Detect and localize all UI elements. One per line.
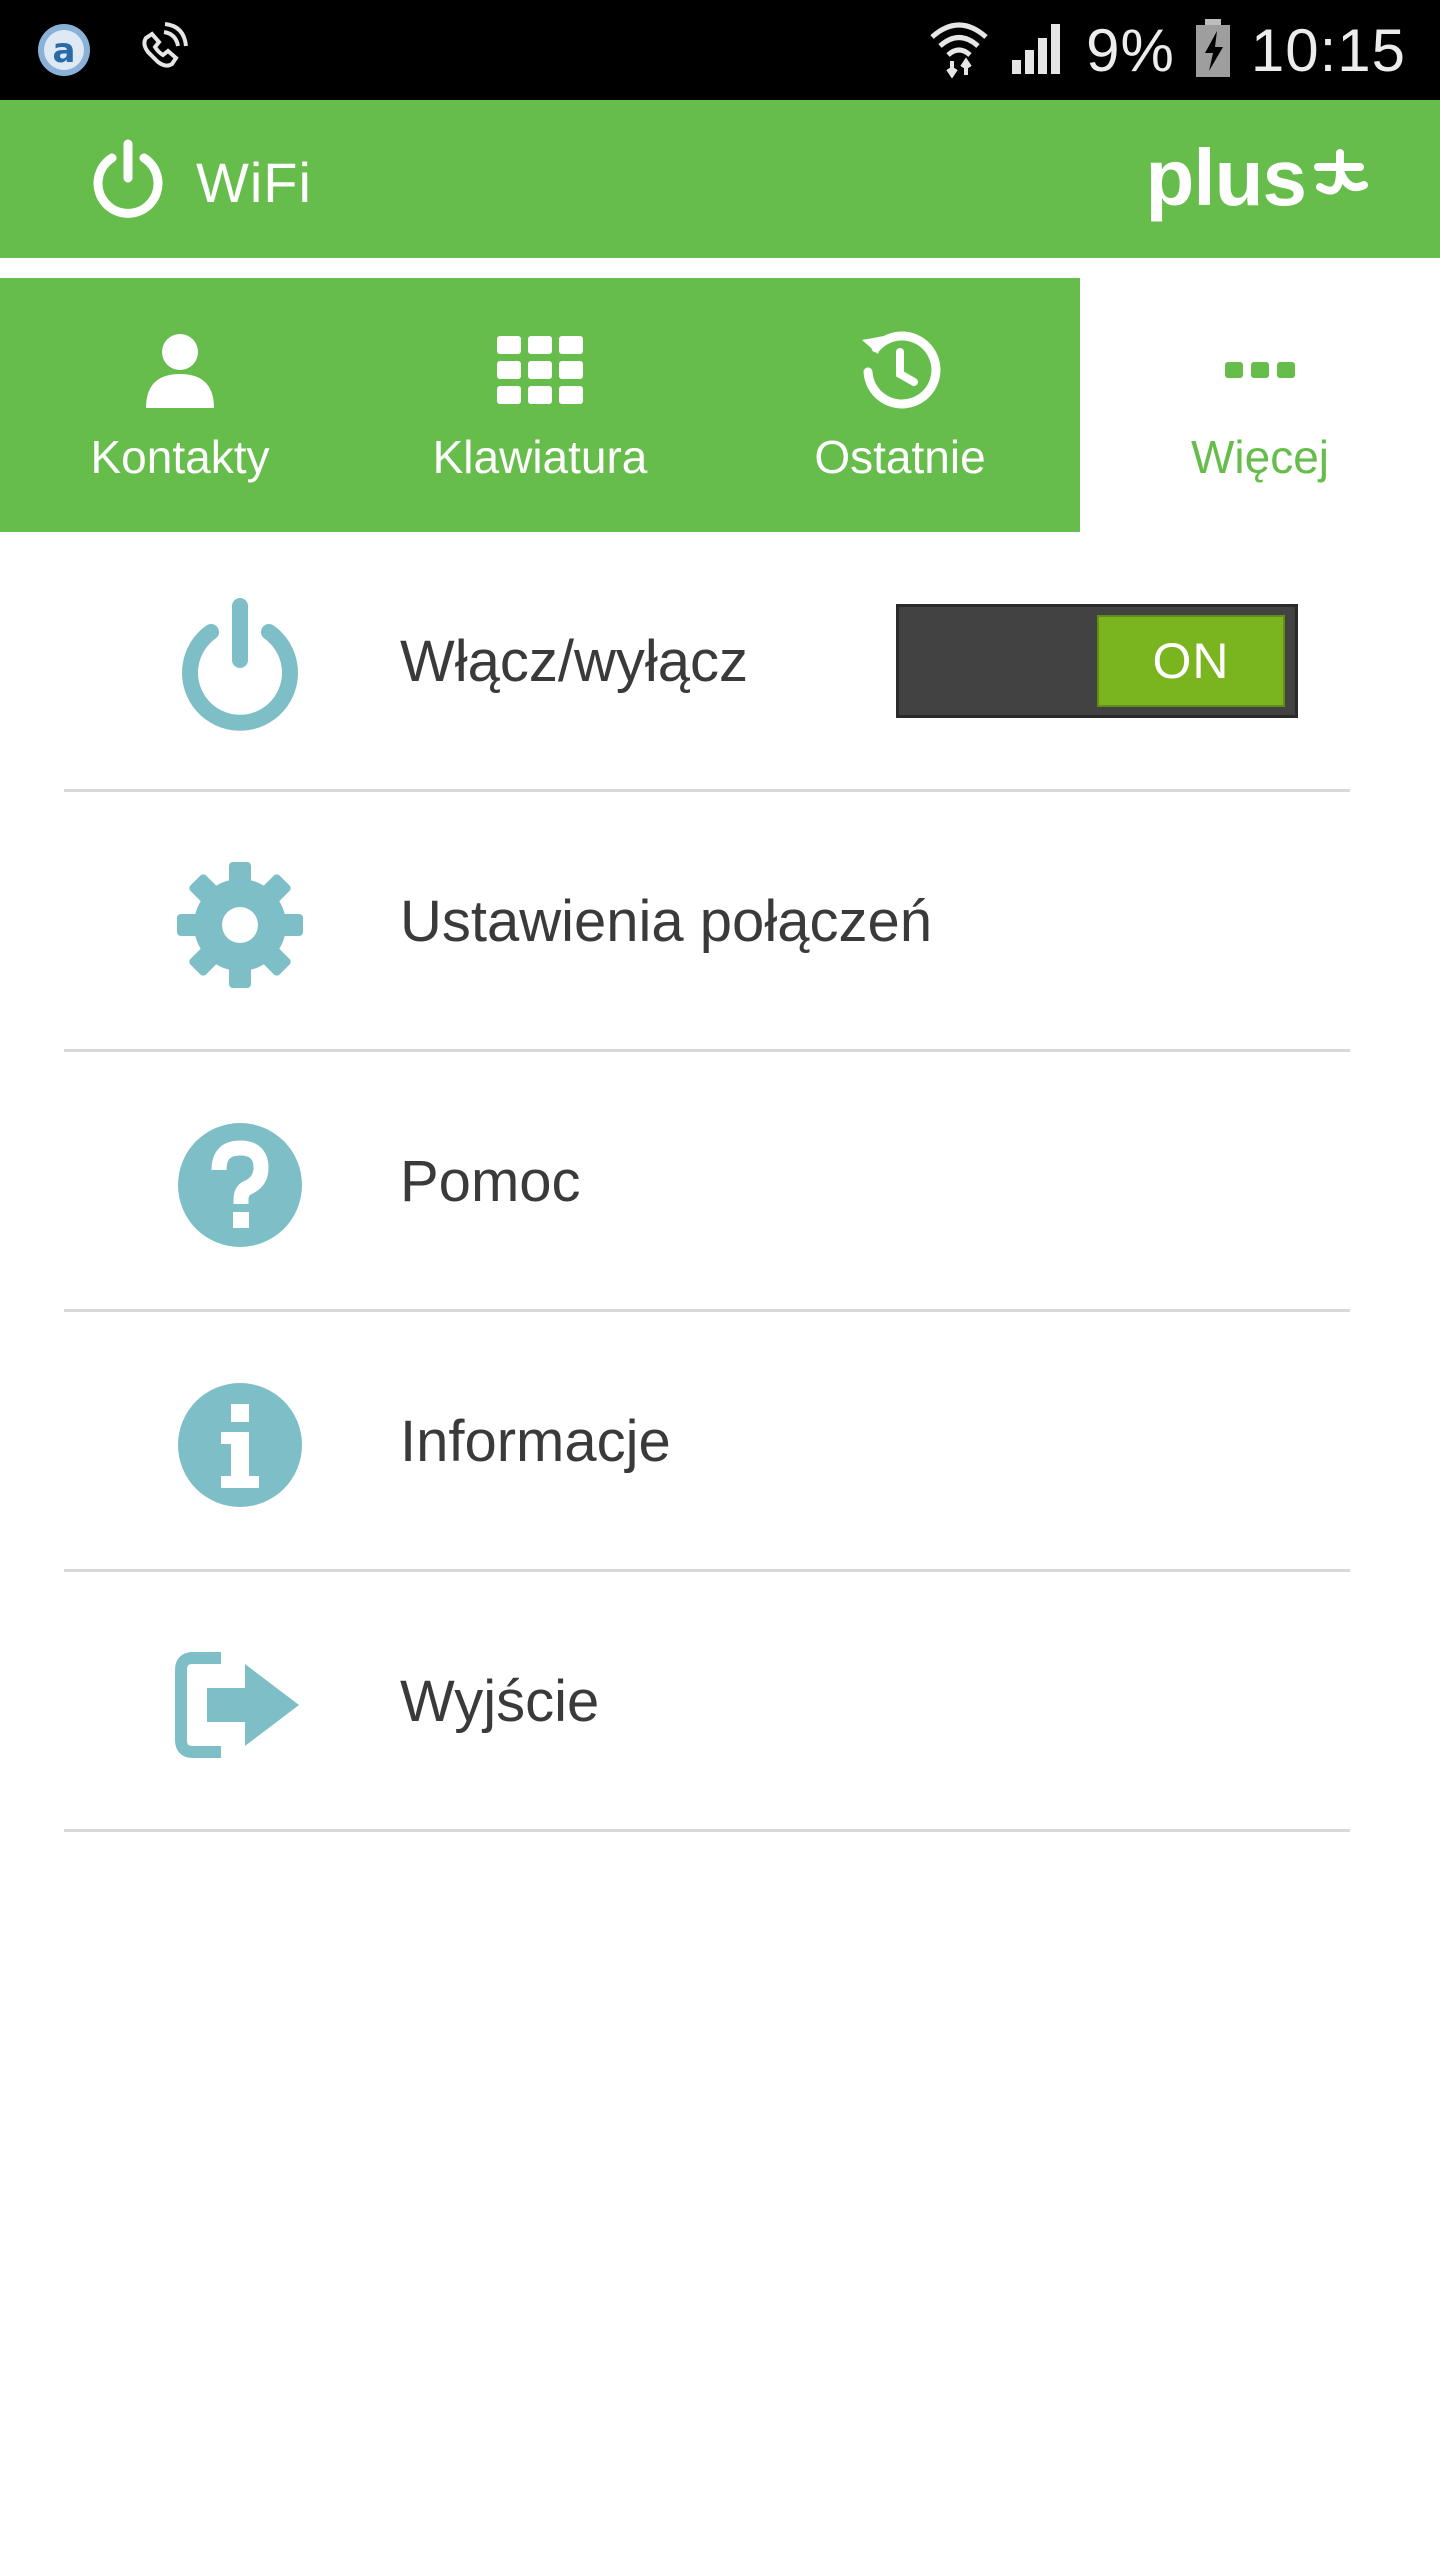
wifi-calling-icon xyxy=(132,18,192,83)
menu-label: Włącz/wyłącz xyxy=(400,629,749,694)
wifi-signal-icon xyxy=(928,17,990,84)
battery-charging-icon xyxy=(1193,17,1233,84)
cell-signal-icon xyxy=(1008,20,1068,81)
brand-text: plus xyxy=(1145,133,1307,222)
menu-label: Informacje xyxy=(400,1409,671,1474)
menu-item-exit[interactable]: Wyjście xyxy=(0,1572,1440,1832)
help-icon xyxy=(170,1120,310,1250)
tab-label: Ostatnie xyxy=(814,431,986,483)
divider xyxy=(64,1829,1350,1832)
status-bar: a 9% 10:15 xyxy=(0,0,1440,100)
app-title-text: WiFi xyxy=(196,151,312,214)
header-separator xyxy=(0,258,1440,278)
brand-logo: plus xyxy=(1146,132,1370,224)
app-a-icon: a xyxy=(36,18,92,83)
menu-label: Wyjście xyxy=(400,1669,600,1734)
menu-label: Pomoc xyxy=(400,1149,581,1214)
info-icon xyxy=(170,1380,310,1510)
more-icon xyxy=(1080,328,1440,412)
menu-item-info[interactable]: Informacje xyxy=(0,1312,1440,1572)
power-icon xyxy=(170,598,310,731)
app-bar: WiFi plus xyxy=(0,100,1440,258)
keypad-icon xyxy=(360,328,720,412)
svg-text:a: a xyxy=(53,31,76,71)
menu-item-connection-settings[interactable]: Ustawienia połączeń xyxy=(0,792,1440,1052)
tab-klawiatura[interactable]: Klawiatura xyxy=(360,278,720,532)
battery-percent: 9% xyxy=(1086,16,1175,84)
menu-item-power[interactable]: Włącz/wyłącz ON xyxy=(0,532,1440,792)
history-icon xyxy=(720,328,1080,412)
exit-icon xyxy=(170,1640,310,1770)
more-menu-list: Włącz/wyłącz ON Ustawienia połączeń Pomo… xyxy=(0,532,1440,1832)
power-icon xyxy=(88,138,168,227)
tab-wiecej[interactable]: Więcej xyxy=(1080,278,1440,532)
tab-kontakty[interactable]: Kontakty xyxy=(0,278,360,532)
power-toggle[interactable]: ON xyxy=(896,604,1298,718)
tab-ostatnie[interactable]: Ostatnie xyxy=(720,278,1080,532)
tab-label: Więcej xyxy=(1190,431,1330,483)
tab-label: Klawiatura xyxy=(432,431,648,483)
status-bar-left: a xyxy=(36,18,192,83)
menu-label: Ustawienia połączeń xyxy=(400,889,932,954)
gear-icon xyxy=(170,860,310,990)
tab-label: Kontakty xyxy=(90,431,270,483)
status-bar-right: 9% 10:15 xyxy=(928,10,1406,90)
plus-logo-icon xyxy=(1310,141,1370,216)
clock: 10:15 xyxy=(1250,16,1406,84)
toggle-knob: ON xyxy=(1097,615,1285,707)
toggle-state: ON xyxy=(1152,633,1230,689)
app-title: WiFi xyxy=(88,138,312,227)
menu-item-help[interactable]: Pomoc xyxy=(0,1052,1440,1312)
person-icon xyxy=(0,328,360,412)
tab-bar: Kontakty Klawiatura Ostatnie Więcej xyxy=(0,278,1440,532)
